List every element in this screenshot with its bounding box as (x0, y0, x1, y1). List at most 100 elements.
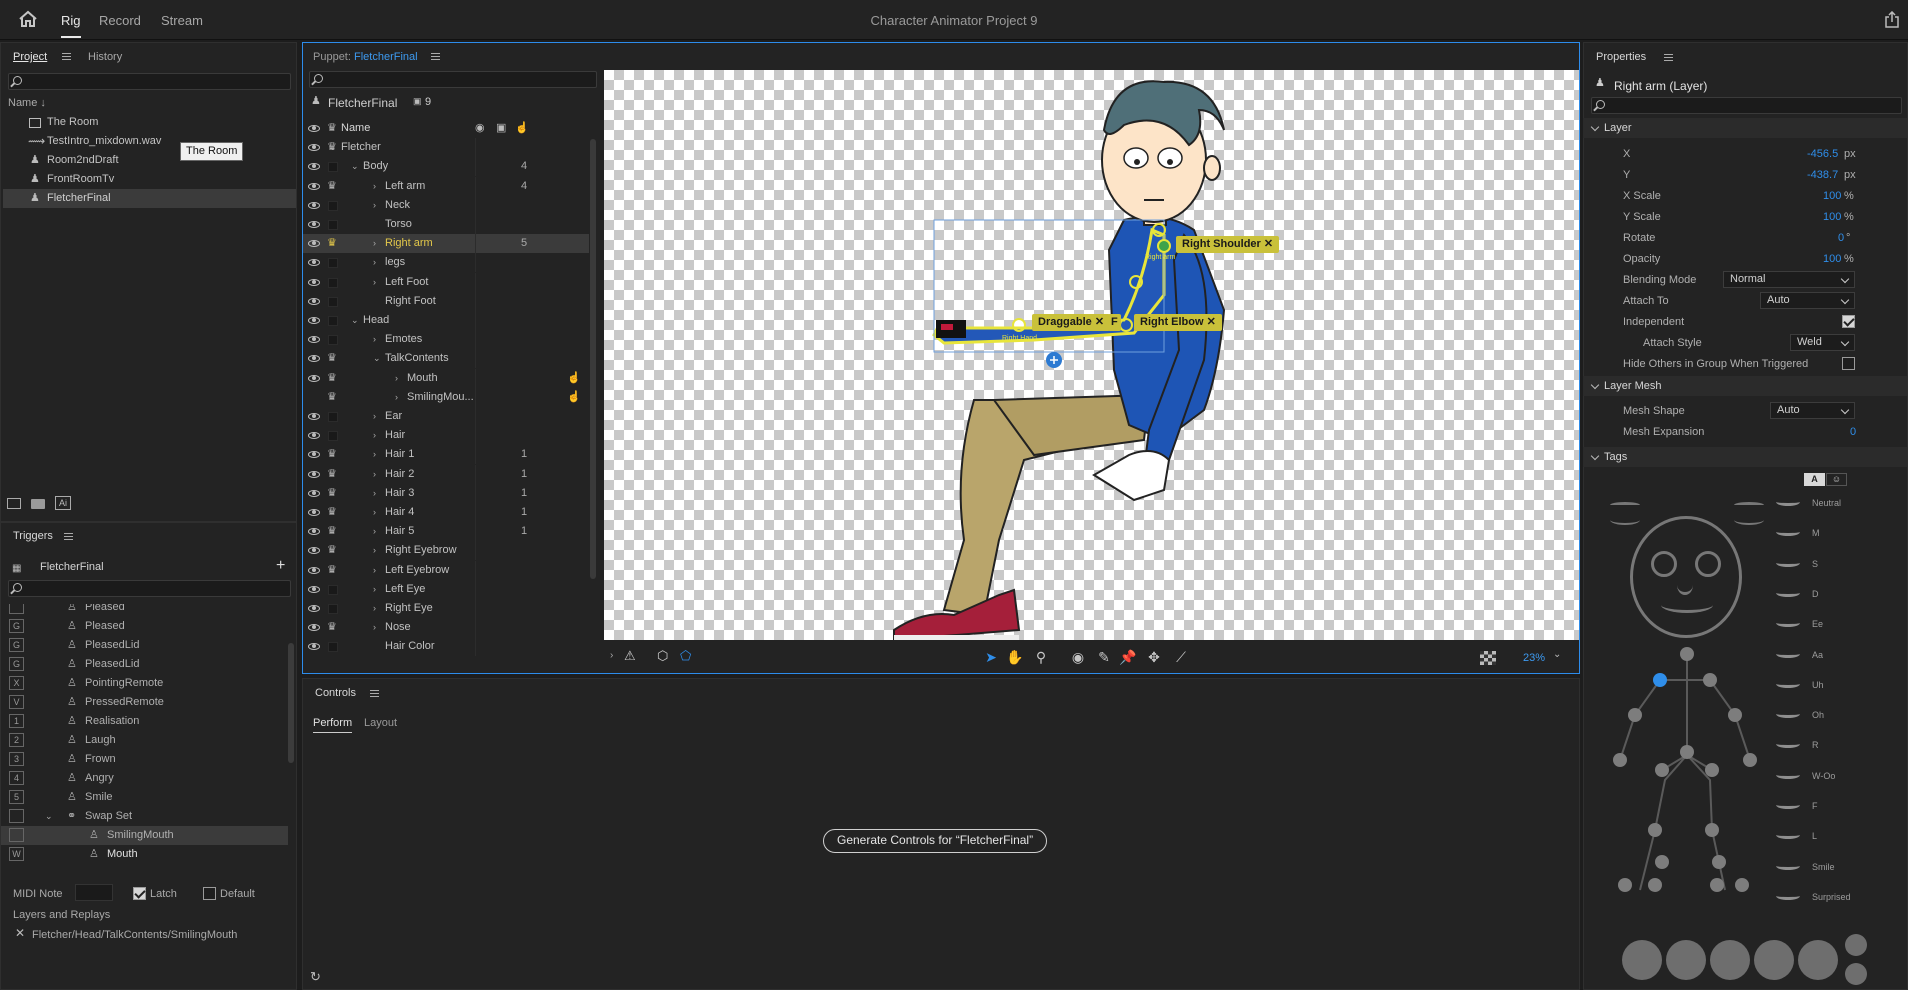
independent-box[interactable] (328, 412, 338, 422)
f-tag[interactable]: F (1108, 314, 1121, 331)
independent-box[interactable] (328, 335, 338, 346)
puppet-layer-row[interactable]: Hair Color (303, 637, 589, 657)
tab-history[interactable]: History (88, 51, 122, 63)
left-knee-tag[interactable] (1705, 823, 1719, 837)
visibility-eye-icon[interactable] (308, 547, 320, 555)
independent-crown-icon[interactable]: ♛ (327, 561, 337, 580)
generate-controls-button[interactable]: Generate Controls for “FletcherFinal” (823, 829, 1048, 853)
expand-chevron-icon[interactable]: ⌄ (373, 349, 381, 368)
trigger-item[interactable]: 1 ♙ Realisation (1, 712, 288, 731)
puppet-layer-row[interactable]: ♛ › Hair 1 1 (303, 445, 589, 465)
puppet-layer-row[interactable]: ♛ › Left Eyebrow (303, 560, 589, 580)
trigger-item[interactable]: G ♙ PleasedLid (1, 636, 288, 655)
puppet-layer-row[interactable]: ♛ › Hair 4 1 (303, 503, 589, 522)
puppet-layer-row[interactable]: › legs (303, 253, 589, 273)
tab-layout[interactable]: Layout (364, 717, 397, 729)
expand-chevron-icon[interactable]: › (373, 580, 376, 599)
expand-chevron-icon[interactable]: › (373, 426, 376, 445)
right-ankle-tag[interactable] (1655, 855, 1669, 869)
zoom-tool-icon[interactable]: ⚲ (1032, 648, 1050, 666)
right-shoulder-tag[interactable]: Right Shoulder ✕ (1176, 236, 1280, 253)
puppet-layer-row[interactable]: ♛ › Hair 3 1 (303, 483, 589, 503)
visibility-eye-icon[interactable] (308, 144, 320, 152)
triggers-scrollbar[interactable] (288, 643, 294, 763)
independent-crown-icon[interactable]: ♛ (327, 618, 337, 637)
expand-chevron-icon[interactable]: › (373, 618, 376, 637)
viseme-oh-icon[interactable] (1776, 710, 1800, 719)
independent-crown-icon[interactable]: ♛ (327, 503, 337, 522)
neck-tag[interactable] (1680, 647, 1694, 661)
midi-note-input[interactable] (75, 884, 113, 901)
right-elbow-tag[interactable]: Right Elbow ✕ (1134, 314, 1222, 331)
visibility-eye-icon[interactable] (308, 489, 320, 497)
expand-chevron-icon[interactable]: › (373, 503, 376, 522)
face-eye-right[interactable] (1695, 551, 1721, 577)
rotate-value[interactable]: 0 (1838, 232, 1844, 244)
visibility-eye-icon[interactable] (308, 451, 320, 459)
tag-view-icon-toggle[interactable]: ☺ (1826, 473, 1847, 486)
viseme-f-icon[interactable] (1776, 801, 1800, 809)
trigger-hand-icon[interactable]: ☝ (567, 369, 581, 388)
puppet-layer-row[interactable]: › Emotes (303, 330, 589, 350)
preview-face-7[interactable] (1845, 963, 1867, 985)
independent-crown-icon[interactable]: ♛ (327, 349, 337, 368)
section-tags[interactable]: Tags (1583, 447, 1907, 467)
project-item[interactable]: ♟ Room2ndDraft (1, 151, 297, 170)
left-heel-tag[interactable] (1710, 878, 1724, 892)
trigger-item[interactable]: X ♙ PointingRemote (1, 674, 288, 693)
visibility-eye-icon[interactable] (308, 163, 320, 171)
tag-view-text-toggle[interactable]: A (1804, 473, 1825, 486)
eye-icon[interactable] (308, 125, 320, 132)
independent-crown-icon[interactable]: ♛ (327, 369, 337, 388)
trigger-item[interactable]: G ♙ Pleased (1, 617, 288, 636)
right-wrist-tag[interactable] (1613, 753, 1627, 767)
dragger-tool-icon[interactable]: ✥ (1145, 648, 1163, 666)
left-elbow-tag-icon[interactable] (1728, 708, 1742, 722)
expand-chevron-icon[interactable]: › (373, 522, 376, 541)
preview-face-2[interactable] (1666, 940, 1706, 980)
default-checkbox[interactable] (203, 887, 216, 900)
puppet-layer-row[interactable]: Torso (303, 215, 589, 234)
expand-chevron-icon[interactable]: ⌄ (351, 311, 359, 330)
warning-icon[interactable]: ⚠ (624, 648, 636, 664)
independent-box[interactable] (328, 162, 338, 173)
preview-face-4[interactable] (1754, 940, 1794, 980)
viseme-s-icon[interactable] (1776, 559, 1800, 567)
pin-tool-icon[interactable]: 📌 (1119, 648, 1137, 666)
origin-tool-icon[interactable]: ◉ (1069, 648, 1087, 666)
mesh-shape-select[interactable]: Auto (1770, 402, 1855, 419)
mesh-expansion-value[interactable]: 0 (1850, 426, 1856, 438)
preview-face-1[interactable] (1622, 940, 1662, 980)
crown-icon[interactable]: ♛ (327, 119, 337, 138)
latch-checkbox[interactable] (133, 887, 146, 900)
independent-box[interactable] (328, 258, 338, 269)
add-trigger-icon[interactable]: + (276, 557, 285, 575)
trigger-hand-icon[interactable]: ☝ (567, 388, 581, 407)
properties-menu-icon[interactable] (1664, 54, 1673, 61)
visibility-eye-icon[interactable] (308, 355, 320, 363)
visibility-eye-icon[interactable] (308, 470, 320, 478)
preview-face-6[interactable] (1845, 934, 1867, 956)
right-toe-tag[interactable] (1648, 878, 1662, 892)
puppet-layer-row[interactable]: › Neck (303, 195, 589, 215)
transparency-grid-icon[interactable] (1480, 651, 1496, 665)
trigger-item[interactable]: ♙ SmilingMouth (1, 826, 288, 845)
left-ankle-tag[interactable] (1712, 855, 1726, 869)
viseme-w-oo-icon[interactable] (1776, 771, 1800, 779)
face-mouth[interactable] (1661, 597, 1713, 613)
new-scene-icon[interactable] (7, 498, 21, 509)
share-icon[interactable] (1884, 10, 1900, 32)
outline-icon[interactable]: ⬠ (680, 648, 691, 664)
puppet-layer-row[interactable]: ♛ › Mouth ☝ (303, 368, 589, 388)
visibility-eye-icon[interactable] (308, 624, 320, 632)
visibility-eye-icon[interactable] (308, 259, 320, 267)
face-eye-left[interactable] (1651, 551, 1677, 577)
viseme-l-icon[interactable] (1776, 831, 1800, 840)
zoom-level[interactable]: 23% (1523, 652, 1545, 664)
expand-chevron-icon[interactable]: › (373, 561, 376, 580)
viseme-d-icon[interactable] (1776, 589, 1800, 597)
mesh-icon[interactable]: ⬡ (657, 648, 668, 664)
expand-chevron-icon[interactable]: › (373, 253, 376, 272)
visibility-eye-icon[interactable] (308, 317, 320, 324)
project-name-column[interactable]: Name ↓ (8, 97, 46, 109)
